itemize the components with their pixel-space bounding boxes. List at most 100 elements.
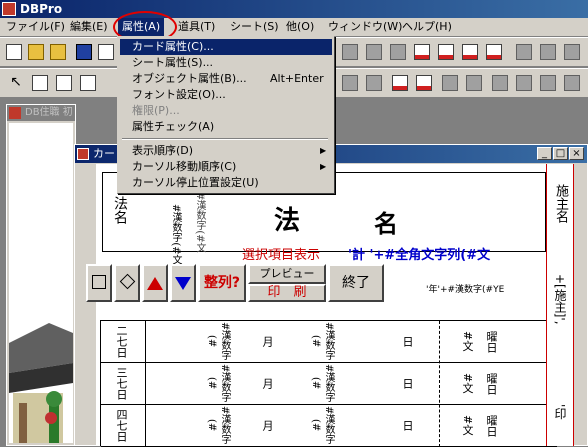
num12-icon[interactable]	[416, 75, 432, 91]
cell-num2: #漢数字(#	[310, 406, 334, 445]
card-window-title: カー	[93, 147, 115, 160]
menu-item-cursor-order[interactable]: カーソル移動順序(C) ▶	[120, 159, 332, 175]
new-icon[interactable]	[6, 44, 22, 60]
cell-month: 月	[261, 336, 274, 347]
layout4-icon[interactable]	[486, 44, 502, 60]
select-display: 選択項目表示	[242, 248, 321, 263]
submenu-arrow-icon: ▶	[320, 162, 327, 171]
cell-num: #漢数字(#	[206, 322, 230, 361]
rect-button[interactable]	[86, 264, 112, 302]
menu-item-label: 属性チェック(A)	[132, 120, 215, 133]
menu-item-cursor-stop[interactable]: カーソル停止位置設定(U)	[120, 175, 332, 191]
name-big-2: 名	[374, 209, 398, 238]
menu-sheet[interactable]: シート(S)	[226, 18, 283, 36]
end-button[interactable]: 終了	[328, 264, 384, 302]
menu-item-card-attribute[interactable]: カード属性(C)...	[120, 39, 332, 55]
preview-button[interactable]: プレビュー	[248, 264, 326, 284]
menu-attribute[interactable]: 属性(A)	[118, 18, 165, 36]
up-button[interactable]	[142, 264, 168, 302]
new12-icon[interactable]	[392, 75, 408, 91]
table-icon[interactable]	[80, 75, 96, 91]
minimize-button[interactable]: _	[537, 147, 552, 160]
attribute-menu: カード属性(C)... シート属性(S)... オブジェクト属性(B)... A…	[117, 36, 335, 194]
order3-icon[interactable]	[564, 75, 580, 91]
window-icon	[77, 148, 89, 160]
layout-icon[interactable]	[414, 44, 430, 60]
menu-item-attribute-check[interactable]: 属性チェック(A)	[120, 119, 332, 135]
cell-day: 三七日	[115, 367, 128, 400]
find-icon[interactable]	[366, 44, 382, 60]
menu-shortcut: Alt+Enter	[270, 72, 324, 85]
close-button[interactable]: ×	[569, 147, 584, 160]
menu-item-label: オブジェクト属性(B)...	[132, 72, 247, 85]
menu-item-sheet-attribute[interactable]: シート属性(S)...	[120, 55, 332, 71]
misc-icon[interactable]	[516, 44, 532, 60]
olr-icon[interactable]	[366, 75, 382, 91]
open-folder-icon[interactable]	[28, 44, 44, 60]
menu-window[interactable]: ウィンドウ(W)	[324, 18, 406, 36]
cell-num2: #漢数字(#	[310, 322, 334, 361]
menu-tools[interactable]: 道具(T)	[174, 18, 219, 36]
cell-month: 月	[261, 378, 274, 389]
tool-icon[interactable]	[342, 44, 358, 60]
cell-day-unit: 日	[401, 378, 414, 389]
menu-item-display-order[interactable]: 表示順序(D) ▶	[120, 143, 332, 159]
print-icon[interactable]	[98, 44, 114, 60]
table-row: 三七日 #漢数字(# 月 #漢数字(# 日 #文 曜日	[101, 363, 557, 405]
cell-day-unit: 日	[401, 420, 414, 431]
cell-weekday-code: #文	[461, 415, 474, 436]
cell-day: 二七日	[115, 325, 128, 358]
diamond-button[interactable]	[114, 264, 140, 302]
menu-item-label: 表示順序(D)	[132, 144, 194, 157]
square-icon	[92, 275, 106, 289]
menu-item-font[interactable]: フォント設定(O)...	[120, 87, 332, 103]
group-icon[interactable]	[442, 75, 458, 91]
open-icon[interactable]	[50, 44, 66, 60]
menu-edit[interactable]: 編集(E)	[66, 18, 112, 36]
up-triangle-icon	[147, 277, 163, 290]
misc3-icon[interactable]	[564, 44, 580, 60]
menu-item-object-attribute[interactable]: オブジェクト属性(B)... Alt+Enter	[120, 71, 332, 87]
submenu-arrow-icon: ▶	[320, 146, 327, 155]
left-window-titlebar[interactable]: DB住職 初	[7, 105, 75, 121]
group2-icon[interactable]	[466, 75, 482, 91]
cell-num: #漢数字(#	[206, 406, 230, 445]
formula-text: '計 '+#全角文字列(#文	[348, 248, 491, 263]
cell-day-unit: 日	[401, 336, 414, 347]
misc2-icon[interactable]	[540, 44, 556, 60]
cell-month: 月	[261, 420, 274, 431]
cell-num2: #漢数字(#	[310, 364, 334, 403]
print-button[interactable]: 印 刷	[248, 284, 326, 302]
layout3-icon[interactable]	[462, 44, 478, 60]
menu-help[interactable]: ヘルプ(H)	[398, 18, 456, 36]
down-triangle-icon	[175, 277, 191, 290]
cell-weekday-code: #文	[461, 331, 474, 352]
field-icon[interactable]	[56, 75, 72, 91]
circle-icon[interactable]	[342, 75, 358, 91]
sample-code-2: #漢数字(#文	[194, 192, 205, 253]
cell-weekday: 曜日	[485, 414, 498, 437]
menu-other[interactable]: 他(O)	[282, 18, 318, 36]
title-bar: DBPro	[0, 0, 588, 18]
name-big: 法	[274, 206, 301, 236]
sort-button[interactable]: 整列?	[198, 264, 246, 302]
name-label: 法名	[112, 196, 128, 224]
tab-icon[interactable]	[492, 75, 508, 91]
app-icon	[2, 2, 16, 16]
pointer-icon[interactable]: ↖	[8, 75, 24, 91]
align-icon[interactable]	[390, 44, 406, 60]
menu-item-label: シート属性(S)...	[132, 56, 214, 69]
donor-text: +[施主]',	[553, 274, 567, 325]
menu-item-label: 権限(P)...	[132, 104, 180, 117]
order2-icon[interactable]	[540, 75, 556, 91]
down-button[interactable]	[170, 264, 196, 302]
save-icon[interactable]	[76, 44, 92, 60]
order-icon[interactable]	[516, 75, 532, 91]
layout2-icon[interactable]	[438, 44, 454, 60]
maximize-button[interactable]: □	[553, 147, 568, 160]
menu-item-label: フォント設定(O)...	[132, 88, 226, 101]
rect-icon[interactable]	[32, 75, 48, 91]
menu-item-label: カーソル停止位置設定(U)	[132, 176, 259, 189]
schedule-table: 二七日 #漢数字(# 月 #漢数字(# 日 #文 曜日 三七日 #漢数字(# 月…	[100, 320, 557, 447]
menu-file[interactable]: ファイル(F)	[2, 18, 69, 36]
